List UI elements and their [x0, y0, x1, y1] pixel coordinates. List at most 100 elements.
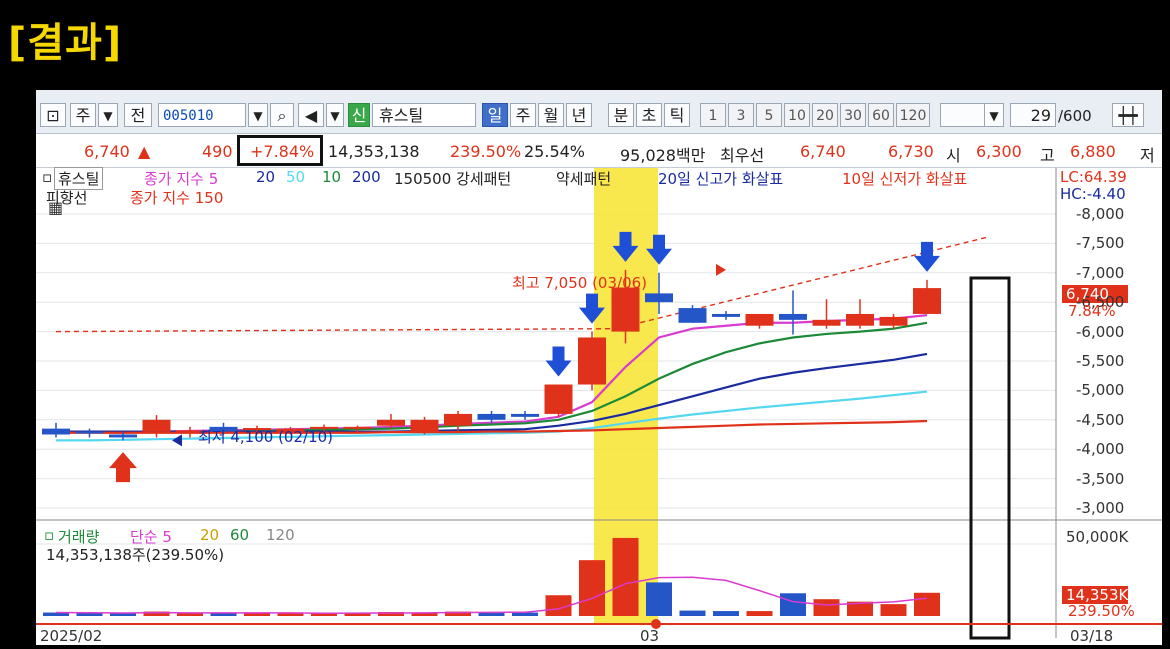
- date-end: 03/18: [1070, 627, 1114, 645]
- speaker-icon[interactable]: ◀: [298, 103, 324, 127]
- period-second[interactable]: 초: [636, 103, 662, 127]
- volume-axis-top: 50,000K: [1066, 528, 1129, 546]
- search-icon[interactable]: ⌕: [270, 103, 294, 127]
- current-price-pct: 7.84%: [1068, 302, 1116, 320]
- candle-body: [611, 287, 640, 332]
- candle-body: [745, 313, 774, 326]
- quote-bar: 6,740 ▲ 490 +7.84% 14,353,138 239.50% 25…: [36, 134, 1162, 168]
- new-badge: 신: [348, 103, 370, 127]
- stock-code-input[interactable]: 005010: [158, 103, 246, 127]
- window-icon[interactable]: ⊡: [40, 103, 66, 127]
- hc-value: HC:-4.40: [1060, 185, 1126, 203]
- legend-newhigh: 20일 신고가 화살표: [658, 170, 784, 188]
- interval-3[interactable]: 3: [728, 103, 754, 127]
- interval-60[interactable]: 60: [868, 103, 894, 127]
- open-label: 시: [946, 146, 961, 165]
- volume-bar: [679, 610, 706, 616]
- candle-body: [511, 413, 539, 417]
- high-annotation: 최고 7,050 (03/06): [512, 274, 648, 292]
- candle-body: [812, 319, 841, 326]
- volume-bar: [177, 613, 203, 616]
- candle-body: [377, 419, 405, 426]
- stock-name-field[interactable]: 휴스틸: [372, 103, 476, 127]
- price-tick: -3,500: [1076, 469, 1125, 488]
- low-label: 저: [1140, 146, 1155, 165]
- volume-bar: [914, 592, 940, 616]
- candle-body: [712, 313, 740, 317]
- candle-settings-icon[interactable]: ┿┿: [1112, 103, 1144, 127]
- prev-button[interactable]: 전: [124, 103, 152, 127]
- chevron-down-icon[interactable]: ▼: [326, 103, 344, 127]
- lc-value: LC:64.39: [1060, 168, 1127, 186]
- high-price: 6,880: [1070, 142, 1116, 161]
- period-tick[interactable]: 틱: [664, 103, 690, 127]
- volume-bar: [612, 537, 639, 616]
- low-annotation: 최저 4,100 (02/10): [198, 428, 334, 446]
- volume-summary: 14,353,138주(239.50%): [46, 546, 225, 564]
- period-year[interactable]: 년: [566, 103, 592, 127]
- candle-body: [846, 313, 874, 326]
- candle-body: [477, 413, 506, 420]
- volume-bar: [512, 612, 538, 616]
- price-tick: -5,000: [1076, 381, 1125, 400]
- candle-body: [109, 434, 137, 438]
- interval-30[interactable]: 30: [840, 103, 866, 127]
- date-mid: 03: [640, 627, 660, 645]
- count-input[interactable]: 29: [1010, 103, 1056, 127]
- interval-120[interactable]: 120: [896, 103, 930, 127]
- turnover-rate: 25.54%: [524, 142, 586, 161]
- period-day[interactable]: 일: [482, 103, 508, 127]
- volume-bar: [646, 582, 672, 616]
- period-month[interactable]: 월: [538, 103, 564, 127]
- volume-bar: [713, 611, 739, 616]
- period-week[interactable]: 주: [510, 103, 536, 127]
- candle-body: [645, 293, 673, 303]
- price-tick: -3,000: [1076, 499, 1125, 517]
- count-total: /600: [1058, 107, 1092, 125]
- up-arrow-icon: ▲: [138, 142, 151, 161]
- price-tick: -7,500: [1076, 234, 1125, 253]
- candle-body: [75, 431, 104, 434]
- volume-ratio: 239.50%: [450, 142, 522, 161]
- price-chart-svg[interactable]: [36, 168, 1162, 645]
- interval-20[interactable]: 20: [812, 103, 838, 127]
- volume-bar: [780, 593, 806, 616]
- legend-ma50: 50: [286, 168, 306, 186]
- candle-body: [343, 426, 372, 429]
- candle-body: [779, 313, 807, 320]
- interval-10[interactable]: 10: [784, 103, 810, 127]
- interval-5[interactable]: 5: [756, 103, 782, 127]
- volume-bar: [746, 611, 773, 616]
- highlight-box: [237, 135, 323, 166]
- price-tick: -7,000: [1076, 263, 1125, 282]
- volume-bar: [579, 560, 605, 616]
- page-title: [결과]: [8, 20, 123, 66]
- legend-pattern: 150500 강세패턴: [394, 170, 512, 188]
- volume-legend-60: 60: [230, 526, 250, 544]
- legend-box-icon: ▫: [42, 168, 53, 186]
- price-change: 490: [202, 142, 233, 161]
- calendar-icon[interactable]: ▦: [48, 198, 63, 217]
- chevron-down-icon[interactable]: ▼: [98, 103, 118, 127]
- interval-1[interactable]: 1: [700, 103, 726, 127]
- candle-body: [42, 428, 70, 435]
- candle-body: [444, 413, 472, 426]
- current-price-label: 6,740: [1066, 285, 1109, 303]
- ask-price: 6,740: [800, 142, 846, 161]
- trade-volume: 14,353,138: [328, 142, 420, 161]
- type-selector[interactable]: 주: [70, 103, 96, 127]
- legend-weak: 약세패턴: [556, 170, 612, 188]
- chart-toolbar: ⊡ 주 ▼ 전 005010 ▼ ⌕ ◀ ▼ 신 휴스틸 일 주 월 년 분 초…: [36, 90, 1162, 134]
- volume-bar: [813, 599, 840, 616]
- chevron-down-icon[interactable]: ▼: [248, 103, 268, 127]
- best-price-label: 최우선: [720, 146, 765, 165]
- candle-body: [879, 316, 908, 326]
- current-price: 6,740: [84, 142, 130, 161]
- price-tick: -8,000: [1076, 205, 1125, 223]
- price-tick: -5,500: [1076, 352, 1125, 370]
- candle-body: [913, 288, 941, 314]
- volume-bar: [110, 613, 136, 616]
- period-minute[interactable]: 분: [608, 103, 634, 127]
- chevron-down-icon[interactable]: ▼: [984, 103, 1004, 127]
- volume-bar: [277, 613, 304, 616]
